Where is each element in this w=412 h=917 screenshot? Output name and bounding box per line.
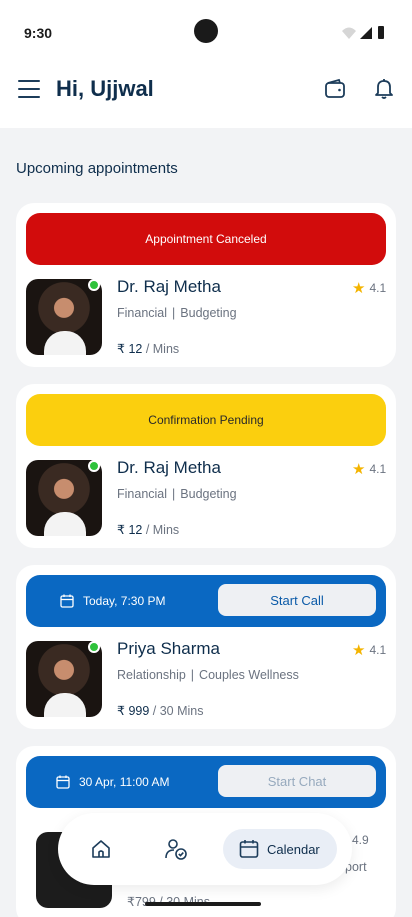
online-indicator	[88, 460, 100, 472]
bell-icon[interactable]	[372, 76, 396, 100]
wallet-icon[interactable]	[324, 78, 346, 100]
status-banner-pending: Confirmation Pending	[26, 394, 386, 446]
appointment-card[interactable]: Confirmation Pending Dr. Raj Metha ★ 4.1 …	[16, 384, 396, 548]
consultant-name: Dr. Raj Metha	[117, 458, 221, 477]
price: ₹ 12 / Mins	[117, 523, 180, 537]
section-title: Upcoming appointments	[16, 160, 178, 177]
status-icons	[342, 26, 384, 39]
calendar-icon	[239, 840, 259, 858]
specialty-tags: Relationship | Couples Wellness	[117, 668, 299, 682]
price: ₹ 12 / Mins	[117, 342, 180, 356]
top-bar: 9:30 Hi, Ujjwal	[0, 0, 412, 128]
start-call-button[interactable]: Start Call	[218, 584, 376, 616]
consultant-icon[interactable]	[164, 837, 188, 861]
rating: ★ 4.1	[352, 461, 387, 478]
nav-calendar-label: Calendar	[267, 841, 320, 857]
specialty-tags: Financial | Budgeting	[117, 306, 237, 320]
rating: ★ 4.1	[352, 642, 387, 659]
camera-cutout	[194, 19, 218, 43]
appointment-time: 30 Apr, 11:00 AM	[79, 775, 170, 789]
appointment-time: Today, 7:30 PM	[83, 594, 166, 608]
consultant-name: Dr. Raj Metha	[117, 277, 221, 296]
status-time: 9:30	[24, 25, 53, 41]
price: ₹ 999 / 30 Mins	[117, 704, 204, 718]
schedule-banner: 30 Apr, 11:00 AM Start Chat	[26, 756, 386, 808]
greeting-title: Hi, Ujjwal	[56, 76, 154, 101]
online-indicator	[88, 279, 100, 291]
start-chat-button[interactable]: Start Chat	[218, 765, 376, 797]
bottom-nav: Calendar	[58, 813, 352, 885]
star-icon: ★	[352, 280, 366, 297]
appointment-card[interactable]: Today, 7:30 PM Start Call Priya Sharma ★…	[16, 565, 396, 729]
nav-calendar[interactable]: Calendar	[223, 829, 337, 869]
online-indicator	[88, 641, 100, 653]
specialty-tags: Financial | Budgeting	[117, 487, 237, 501]
rating: ★ 4.1	[352, 280, 387, 297]
menu-icon[interactable]	[18, 80, 40, 98]
schedule-banner: Today, 7:30 PM Start Call	[26, 575, 386, 627]
consultant-name: Priya Sharma	[117, 639, 220, 658]
status-banner-canceled: Appointment Canceled	[26, 213, 386, 265]
calendar-icon	[56, 775, 70, 789]
star-icon: ★	[352, 642, 366, 659]
calendar-icon	[60, 594, 74, 608]
home-icon[interactable]	[90, 838, 112, 860]
appointment-card[interactable]: Appointment Canceled Dr. Raj Metha ★ 4.1 …	[16, 203, 396, 367]
rating: 4.9	[352, 833, 369, 847]
star-icon: ★	[352, 461, 366, 478]
home-indicator	[145, 902, 261, 906]
